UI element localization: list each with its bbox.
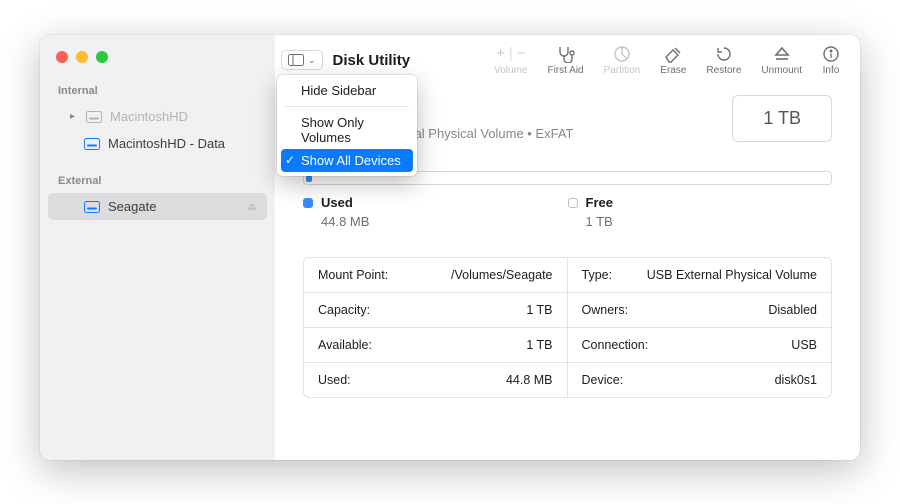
internal-disk-icon bbox=[84, 138, 100, 150]
info-table: Mount Point:/Volumes/Seagate Type:USB Ex… bbox=[303, 257, 832, 398]
main-panel: ⌄ Disk Utility +|− Volume First Aid Part… bbox=[275, 35, 860, 460]
capacity-box: 1 TB bbox=[732, 95, 832, 142]
eject-icon bbox=[773, 45, 791, 63]
toolbar-label: Volume bbox=[494, 65, 527, 76]
toolbar-firstaid-button[interactable]: First Aid bbox=[539, 45, 591, 76]
dropdown-separator bbox=[285, 106, 409, 107]
info-row: Available:1 TB bbox=[304, 328, 568, 363]
external-disk-icon bbox=[84, 201, 100, 213]
eject-icon[interactable]: ⏏ bbox=[247, 200, 257, 213]
sidebar-section-external: External bbox=[40, 171, 275, 193]
minus-icon: − bbox=[517, 45, 526, 62]
toolbar-volume-button[interactable]: +|− Volume bbox=[486, 45, 535, 76]
sidebar-item-label: Seagate bbox=[108, 199, 239, 214]
stethoscope-icon bbox=[556, 45, 576, 63]
minimize-window-button[interactable] bbox=[76, 51, 88, 63]
toolbar-label: Erase bbox=[660, 65, 686, 76]
free-swatch-icon bbox=[568, 198, 578, 208]
dropdown-show-only-volumes[interactable]: Show Only Volumes bbox=[277, 111, 417, 149]
checkmark-icon: ✓ bbox=[285, 153, 295, 167]
view-mode-button[interactable]: ⌄ bbox=[281, 50, 323, 70]
toolbar-label: Unmount bbox=[761, 65, 802, 76]
window-controls bbox=[40, 47, 275, 81]
dropdown-hide-sidebar[interactable]: Hide Sidebar bbox=[277, 79, 417, 102]
info-row: Capacity:1 TB bbox=[304, 293, 568, 328]
info-row: Device:disk0s1 bbox=[568, 363, 832, 397]
info-row: Mount Point:/Volumes/Seagate bbox=[304, 258, 568, 293]
sidebar-item-label: MacintoshHD - Data bbox=[108, 136, 257, 151]
sidebar-item-macintoshhd-data[interactable]: MacintoshHD - Data bbox=[48, 130, 267, 157]
info-row: Connection:USB bbox=[568, 328, 832, 363]
usage-legend: Used 44.8 MB Free 1 TB bbox=[303, 195, 832, 229]
sidebar: Internal ▸ MacintoshHD MacintoshHD - Dat… bbox=[40, 35, 275, 460]
toolbar-partition-button[interactable]: Partition bbox=[596, 45, 649, 76]
toolbar-label: First Aid bbox=[547, 65, 583, 76]
toolbar-info-button[interactable]: Info bbox=[814, 45, 848, 76]
legend-used-label: Used bbox=[321, 195, 353, 210]
chevron-down-icon: ⌄ bbox=[308, 55, 316, 66]
toolbar-erase-button[interactable]: Erase bbox=[652, 45, 694, 76]
info-row: Type:USB External Physical Volume bbox=[568, 258, 832, 293]
info-row: Used:44.8 MB bbox=[304, 363, 568, 397]
pie-icon bbox=[613, 45, 631, 63]
legend-free-label: Free bbox=[586, 195, 613, 210]
toolbar-unmount-button[interactable]: Unmount bbox=[753, 45, 810, 76]
close-window-button[interactable] bbox=[56, 51, 68, 63]
toolbar-label: Partition bbox=[604, 65, 641, 76]
legend-used-value: 44.8 MB bbox=[321, 214, 568, 229]
sidebar-layout-icon bbox=[288, 54, 304, 66]
internal-disk-icon bbox=[86, 111, 102, 123]
window-title: Disk Utility bbox=[333, 52, 411, 69]
disk-utility-window: Internal ▸ MacintoshHD MacintoshHD - Dat… bbox=[40, 35, 860, 460]
restore-icon bbox=[715, 45, 733, 63]
sidebar-item-seagate[interactable]: Seagate ⏏ bbox=[48, 193, 267, 220]
used-swatch-icon bbox=[303, 198, 313, 208]
sidebar-section-internal: Internal bbox=[40, 81, 275, 103]
toolbar-label: Info bbox=[823, 65, 840, 76]
info-icon bbox=[822, 45, 840, 63]
dropdown-show-all-devices[interactable]: ✓ Show All Devices bbox=[281, 149, 413, 172]
view-dropdown: Hide Sidebar Show Only Volumes ✓ Show Al… bbox=[277, 75, 417, 176]
sidebar-item-macintoshhd[interactable]: ▸ MacintoshHD bbox=[48, 103, 267, 130]
toolbar-label: Restore bbox=[706, 65, 741, 76]
legend-free-value: 1 TB bbox=[586, 214, 833, 229]
dropdown-item-label: Show All Devices bbox=[301, 153, 401, 168]
plus-icon: + bbox=[496, 45, 505, 62]
zoom-window-button[interactable] bbox=[96, 51, 108, 63]
sidebar-item-label: MacintoshHD bbox=[110, 109, 257, 124]
erase-icon bbox=[663, 45, 683, 63]
info-row: Owners:Disabled bbox=[568, 293, 832, 328]
toolbar-restore-button[interactable]: Restore bbox=[698, 45, 749, 76]
disclosure-chevron-icon[interactable]: ▸ bbox=[70, 111, 78, 122]
